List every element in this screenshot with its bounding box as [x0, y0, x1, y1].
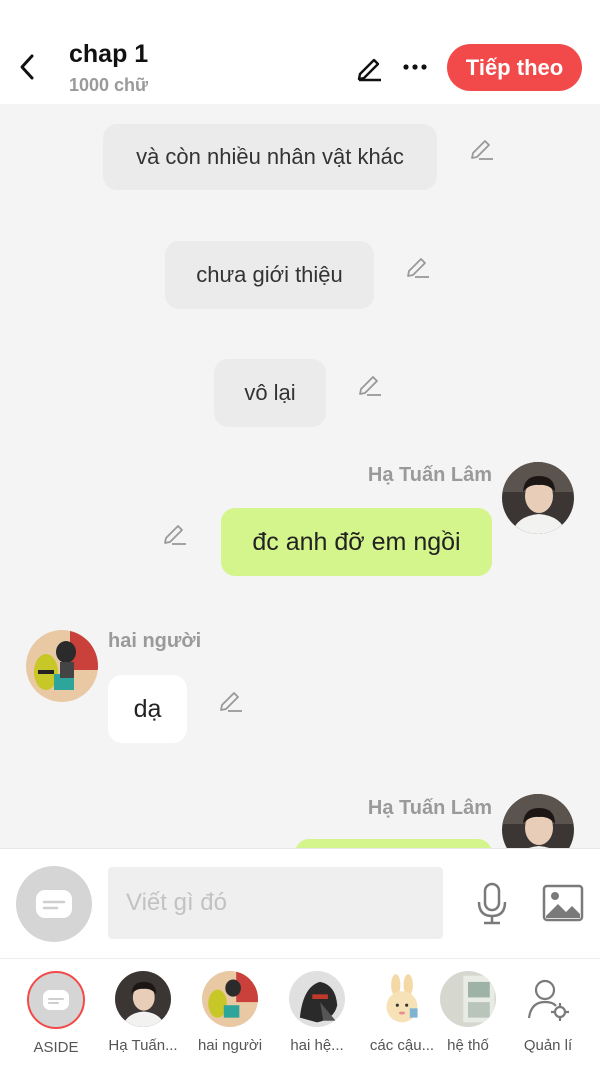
pencil-icon: [359, 376, 381, 396]
sender-name: Hạ Tuấn Lâm: [367, 464, 492, 486]
chat-area[interactable]: và còn nhiều nhân vật khác chưa giới thi…: [0, 104, 600, 848]
character-label: Hạ Tuấn...: [108, 1037, 178, 1054]
message-input[interactable]: [108, 867, 443, 939]
robot-avatar-icon: [289, 971, 345, 1027]
avatar: [440, 971, 496, 1027]
character-strip: ASIDE Hạ Tuấn... hai người hai hệ... các…: [0, 958, 600, 1067]
rabbit-avatar-icon: [374, 971, 430, 1027]
chat-bubble-icon: [43, 990, 69, 1010]
character-ha-tuan-lam[interactable]: Hạ Tuấn...: [103, 971, 183, 1054]
character-aside[interactable]: ASIDE: [16, 971, 96, 1056]
microphone-icon: [477, 882, 507, 925]
character-hai-nguoi[interactable]: hai người: [190, 971, 270, 1054]
character-label: hai người: [197, 1037, 263, 1054]
pencil-icon: [220, 692, 242, 712]
aside-message[interactable]: vô lại: [214, 359, 326, 427]
sender-name: Hạ Tuấn Lâm: [367, 797, 492, 819]
avatar: [374, 971, 430, 1027]
back-button[interactable]: [10, 50, 44, 84]
aside-toggle-button[interactable]: [16, 866, 92, 942]
edit-message-button[interactable]: [217, 686, 245, 714]
person-avatar-icon: [502, 462, 574, 534]
edit-message-button[interactable]: [468, 134, 496, 162]
edit-chapter-button[interactable]: [352, 50, 386, 84]
character-message[interactable]: dạ: [108, 675, 187, 743]
character-he-thong[interactable]: hệ thố: [440, 971, 496, 1054]
aside-message[interactable]: chưa giới thiệu: [165, 241, 374, 309]
chat-bubble-icon: [36, 890, 72, 918]
manage-characters-button[interactable]: Quản lí: [508, 971, 588, 1054]
avatar[interactable]: [26, 630, 98, 702]
person-avatar-icon: [502, 794, 574, 848]
sender-name: hai người: [108, 630, 202, 652]
aside-message[interactable]: và còn nhiều nhân vật khác: [103, 124, 437, 190]
voice-button[interactable]: [470, 881, 514, 927]
cartoon-avatar-icon: [202, 971, 258, 1027]
more-options-button[interactable]: [398, 50, 432, 84]
image-icon: [542, 884, 584, 922]
aside-avatar: [27, 971, 85, 1029]
chapter-title[interactable]: chap 1: [69, 40, 148, 69]
pencil-icon: [357, 58, 381, 82]
character-label: hệ thố: [447, 1037, 489, 1054]
character-label: hai hệ...: [290, 1037, 344, 1054]
character-label: ASIDE: [33, 1039, 79, 1056]
character-label: các cậu...: [369, 1037, 435, 1054]
character-label: Quản lí: [523, 1037, 573, 1054]
character-message[interactable]: [295, 839, 492, 848]
pencil-icon: [471, 140, 493, 160]
avatar[interactable]: [502, 794, 574, 848]
next-button[interactable]: Tiếp theo: [447, 44, 582, 91]
edit-message-button[interactable]: [356, 370, 384, 398]
edit-message-button[interactable]: [161, 519, 189, 547]
cartoon-avatar-icon: [26, 630, 98, 702]
character-hai-he[interactable]: hai hệ...: [277, 971, 357, 1054]
chevron-left-icon: [20, 54, 34, 80]
manage-icon-wrap: [520, 971, 576, 1027]
composer-bar: [0, 848, 600, 958]
image-button[interactable]: [540, 881, 586, 925]
edit-message-button[interactable]: [404, 252, 432, 280]
avatar: [202, 971, 258, 1027]
pencil-icon: [407, 258, 429, 278]
user-settings-icon: [527, 979, 569, 1021]
character-message[interactable]: đc anh đỡ em ngồi: [221, 508, 492, 576]
avatar: [289, 971, 345, 1027]
more-horizontal-icon: [403, 64, 427, 70]
avatar: [115, 971, 171, 1027]
person-avatar-icon: [115, 971, 171, 1027]
top-bar: chap 1 1000 chữ Tiếp theo: [0, 0, 600, 104]
system-avatar-icon: [440, 971, 496, 1027]
word-count: 1000 chữ: [69, 75, 149, 95]
pencil-icon: [164, 525, 186, 545]
character-cac-cau[interactable]: các cậu...: [362, 971, 442, 1054]
avatar[interactable]: [502, 462, 574, 534]
